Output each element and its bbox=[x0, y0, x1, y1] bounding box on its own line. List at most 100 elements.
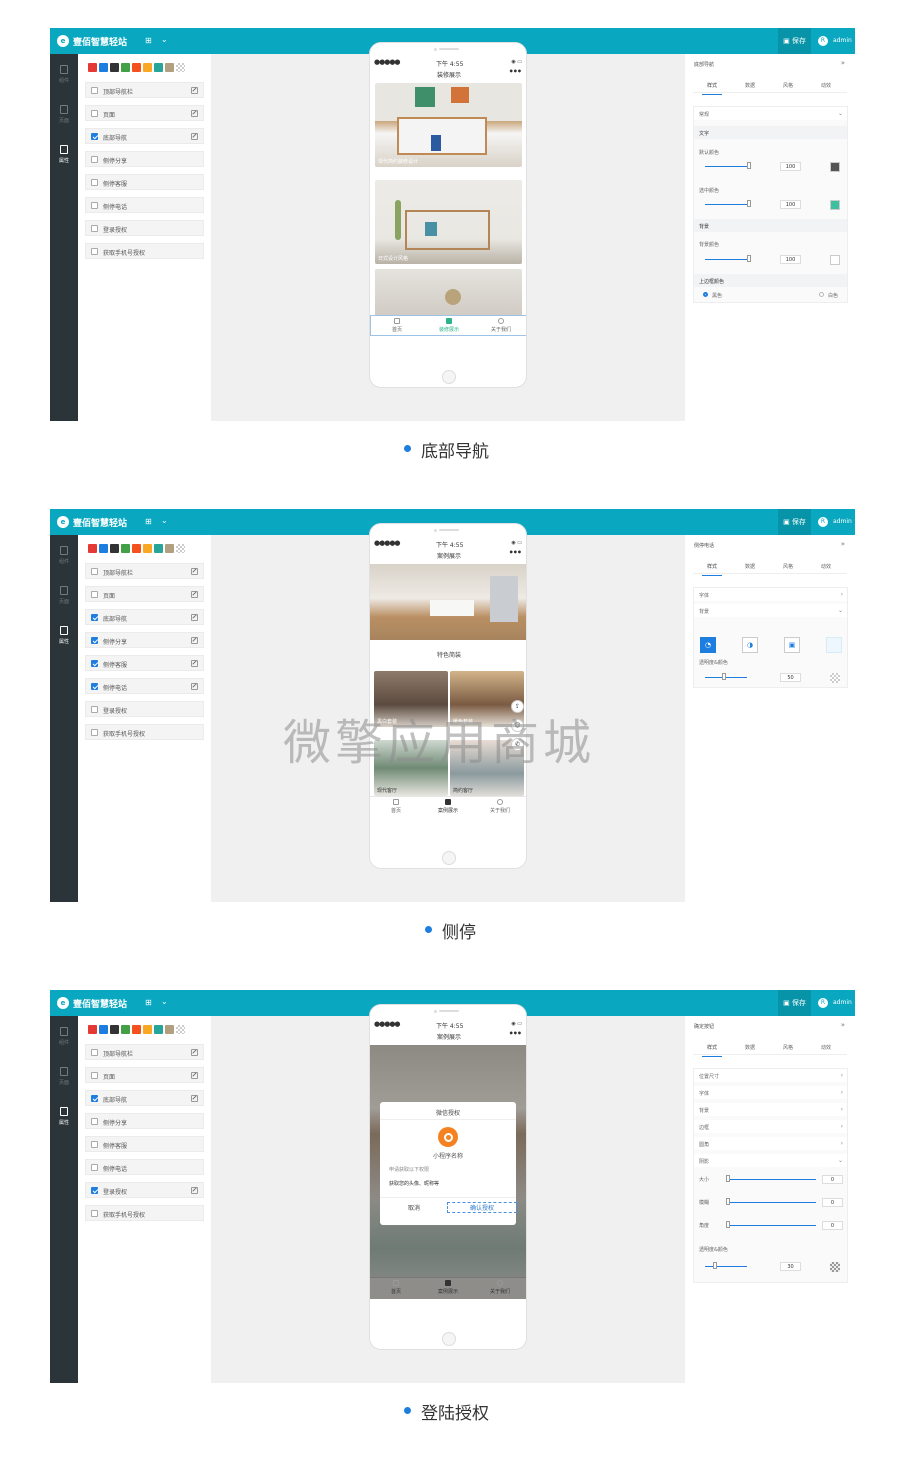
background-color-value[interactable]: 100 bbox=[780, 255, 801, 264]
swatch-green[interactable] bbox=[121, 1025, 130, 1034]
bg-gradient-button[interactable] bbox=[826, 637, 842, 653]
chevron-down-icon[interactable]: ⌄ bbox=[161, 35, 168, 44]
bg-color-button[interactable]: ◔ bbox=[700, 637, 716, 653]
component-row[interactable]: 登录授权 bbox=[85, 1182, 204, 1198]
showcase-image[interactable]: 现代简约装修设计 bbox=[375, 83, 522, 167]
collapse-icon[interactable]: » bbox=[841, 59, 845, 67]
slider-handle[interactable] bbox=[726, 1221, 730, 1228]
slider-handle[interactable] bbox=[747, 162, 751, 169]
swatch-orange[interactable] bbox=[143, 1025, 152, 1034]
grid-icon[interactable]: ⊞ bbox=[145, 998, 152, 1007]
component-row[interactable]: 页面 bbox=[85, 1067, 204, 1083]
component-row[interactable]: 侧停电话 bbox=[85, 678, 204, 694]
checkbox[interactable] bbox=[91, 660, 98, 667]
tab-animation[interactable]: 动效 bbox=[807, 82, 845, 89]
tab-cases[interactable]: 案例展示 bbox=[422, 799, 474, 814]
background-color-slider[interactable] bbox=[705, 259, 748, 260]
more-icon[interactable]: ••• bbox=[509, 548, 522, 557]
radio-black[interactable] bbox=[703, 292, 708, 297]
swatch-khaki[interactable] bbox=[165, 1025, 174, 1034]
component-row[interactable]: 侧停电话 bbox=[85, 197, 204, 213]
tab-showcase[interactable]: 装修展示 bbox=[423, 318, 475, 333]
swatch-red[interactable] bbox=[88, 63, 97, 72]
checkbox[interactable] bbox=[91, 110, 98, 117]
tab-home[interactable]: 首页 bbox=[371, 318, 423, 333]
tab-theme[interactable]: 风格 bbox=[769, 563, 807, 570]
tab-data[interactable]: 数据 bbox=[731, 82, 769, 89]
checkbox[interactable] bbox=[91, 1210, 98, 1217]
checkbox[interactable] bbox=[91, 179, 98, 186]
swatch-transparent[interactable] bbox=[176, 544, 185, 553]
checkbox[interactable] bbox=[91, 202, 98, 209]
swatch-teal[interactable] bbox=[154, 1025, 163, 1034]
swatch-blue[interactable] bbox=[99, 544, 108, 553]
showcase-image[interactable]: 日式设计风格 bbox=[375, 180, 522, 264]
grid-icon[interactable]: ⊞ bbox=[145, 517, 152, 526]
component-row[interactable]: 获取手机号授权 bbox=[85, 243, 204, 259]
collapse-icon[interactable]: » bbox=[841, 1021, 845, 1029]
font-section[interactable]: 字体 › bbox=[694, 1086, 847, 1099]
sidebar-item-components[interactable]: 组件 bbox=[50, 58, 78, 92]
checkbox[interactable] bbox=[91, 1187, 98, 1194]
edit-icon[interactable] bbox=[191, 110, 198, 117]
swatch-blue[interactable] bbox=[99, 1025, 108, 1034]
sidebar-item-properties[interactable]: 属性 bbox=[50, 619, 78, 653]
collapse-icon[interactable]: » bbox=[841, 540, 845, 548]
sidebar-item-pages[interactable]: 页面 bbox=[50, 98, 78, 132]
component-row[interactable]: 顶部导航栏 bbox=[85, 1044, 204, 1060]
color-picker[interactable] bbox=[830, 673, 840, 683]
swatch-black[interactable] bbox=[110, 544, 119, 553]
sidebar-item-components[interactable]: 组件 bbox=[50, 1020, 78, 1054]
component-row[interactable]: 获取手机号授权 bbox=[85, 1205, 204, 1221]
swatch-orange-red[interactable] bbox=[132, 63, 141, 72]
swatch-black[interactable] bbox=[110, 63, 119, 72]
component-row[interactable]: 侧停电话 bbox=[85, 1159, 204, 1175]
slider-handle[interactable] bbox=[747, 200, 751, 207]
slider-handle[interactable] bbox=[726, 1175, 730, 1182]
bg-fill-button[interactable]: ◑ bbox=[742, 637, 758, 653]
shadow-angle-value[interactable]: 0 bbox=[822, 1221, 843, 1230]
save-button[interactable]: ▣ 保存 bbox=[778, 509, 811, 535]
swatch-red[interactable] bbox=[88, 544, 97, 553]
checkbox[interactable] bbox=[91, 1118, 98, 1125]
tab-theme[interactable]: 风格 bbox=[769, 82, 807, 89]
shadow-angle-slider[interactable] bbox=[728, 1225, 816, 1226]
selected-color-slider[interactable] bbox=[705, 204, 748, 205]
component-row[interactable]: 页面 bbox=[85, 586, 204, 602]
user-name[interactable]: admin bbox=[833, 999, 852, 1006]
cancel-button[interactable]: 取消 bbox=[380, 1203, 448, 1212]
edit-icon[interactable] bbox=[191, 133, 198, 140]
edit-icon[interactable] bbox=[191, 1095, 198, 1102]
component-row[interactable]: 底部导航 bbox=[85, 128, 204, 144]
swatch-orange-red[interactable] bbox=[132, 1025, 141, 1034]
checkbox[interactable] bbox=[91, 591, 98, 598]
chevron-down-icon[interactable]: ⌄ bbox=[161, 997, 168, 1006]
edit-icon[interactable] bbox=[191, 660, 198, 667]
shadow-blur-value[interactable]: 0 bbox=[822, 1198, 843, 1207]
component-row[interactable]: 获取手机号授权 bbox=[85, 724, 204, 740]
edit-icon[interactable] bbox=[191, 683, 198, 690]
swatch-transparent[interactable] bbox=[176, 1025, 185, 1034]
tab-about[interactable]: 关于我们 bbox=[474, 799, 526, 814]
radio-white[interactable] bbox=[819, 292, 824, 297]
save-button[interactable]: ▣ 保存 bbox=[778, 990, 811, 1016]
avatar[interactable]: R bbox=[818, 36, 828, 46]
checkbox[interactable] bbox=[91, 1072, 98, 1079]
component-row[interactable]: 顶部导航栏 bbox=[85, 82, 204, 98]
tab-about[interactable]: 关于我们 bbox=[475, 318, 526, 333]
radius-section[interactable]: 圆角 › bbox=[694, 1137, 847, 1150]
component-row[interactable]: 底部导航 bbox=[85, 609, 204, 625]
slider-handle[interactable] bbox=[722, 673, 726, 680]
font-section[interactable]: 字体 › bbox=[694, 588, 847, 601]
sidebar-item-components[interactable]: 组件 bbox=[50, 539, 78, 573]
component-row[interactable]: 侧停客服 bbox=[85, 655, 204, 671]
selected-color-picker[interactable] bbox=[830, 200, 840, 210]
tab-animation[interactable]: 动效 bbox=[807, 1044, 845, 1051]
component-row[interactable]: 侧停分享 bbox=[85, 1113, 204, 1129]
checkbox[interactable] bbox=[91, 87, 98, 94]
background-section[interactable]: 背景 ⌄ bbox=[694, 604, 847, 617]
component-row[interactable]: 侧停分享 bbox=[85, 632, 204, 648]
component-row[interactable]: 页面 bbox=[85, 105, 204, 121]
color-picker[interactable] bbox=[830, 1262, 840, 1272]
checkbox[interactable] bbox=[91, 614, 98, 621]
